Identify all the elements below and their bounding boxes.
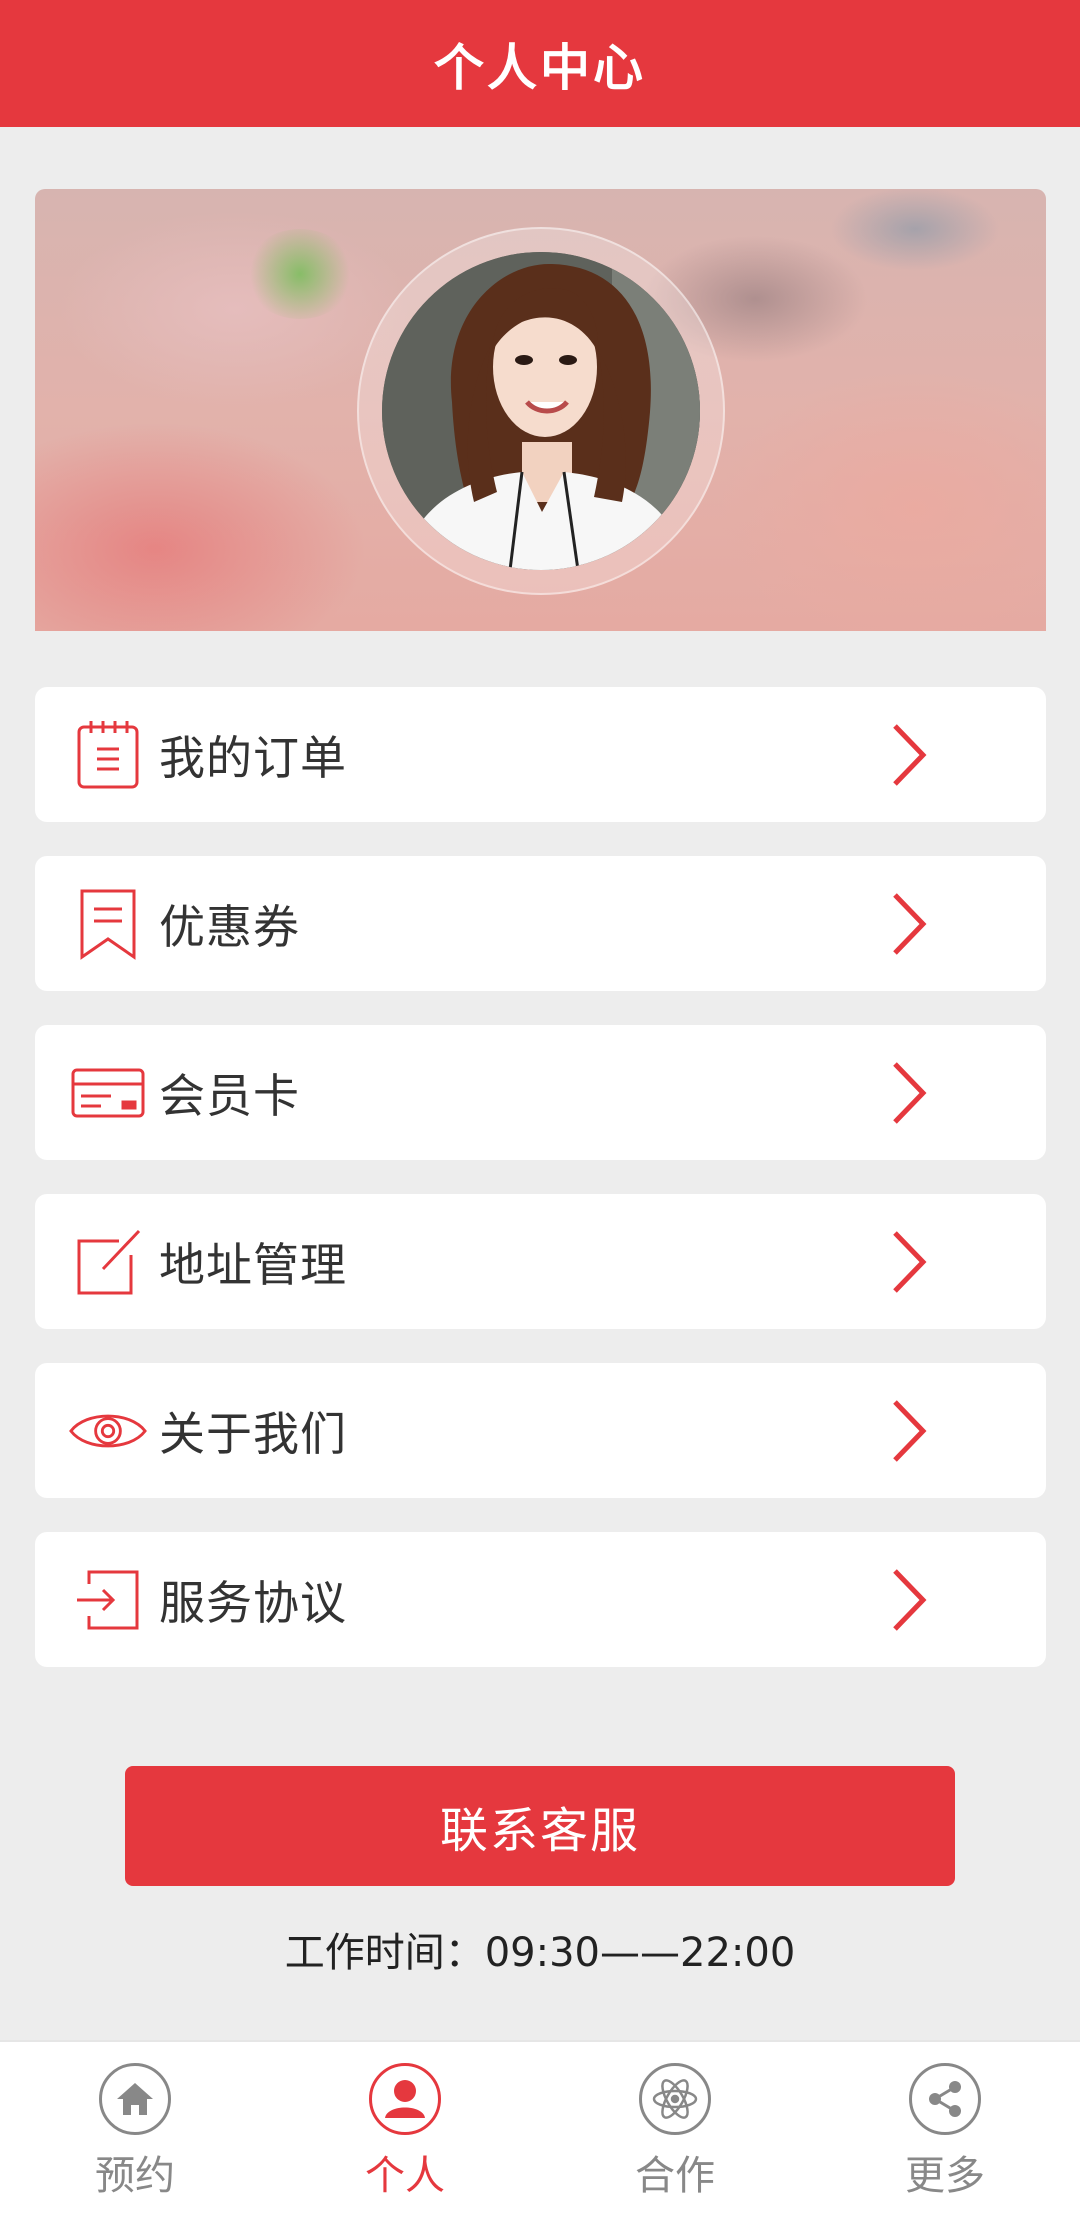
tab-label: 预约 xyxy=(95,2153,175,2199)
tab-label: 个人 xyxy=(365,2153,445,2199)
contact-service-button[interactable]: 联系客服 xyxy=(125,1766,955,1886)
edit-square-icon xyxy=(69,1223,147,1301)
menu-item-about[interactable]: 关于我们 xyxy=(35,1363,1046,1498)
contact-service-label: 联系客服 xyxy=(439,1803,640,1859)
menu-item-coupons[interactable]: 优惠券 xyxy=(35,856,1046,991)
work-time-text: 工作时间：09:30——22:00 xyxy=(284,1930,796,1976)
tab-label: 合作 xyxy=(635,2153,715,2199)
menu-item-label: 地址管理 xyxy=(159,1237,347,1292)
tab-label: 更多 xyxy=(905,2153,985,2199)
tab-personal[interactable]: 个人 xyxy=(270,2042,540,2215)
user-icon xyxy=(369,2063,441,2135)
menu-item-label: 会员卡 xyxy=(159,1068,300,1123)
menu-item-label: 服务协议 xyxy=(159,1575,347,1630)
coupon-bookmark-icon xyxy=(69,885,147,963)
eye-icon xyxy=(69,1392,147,1470)
chevron-right-icon xyxy=(893,1230,927,1293)
chevron-right-icon xyxy=(893,723,927,786)
chevron-right-icon xyxy=(893,1061,927,1124)
chevron-right-icon xyxy=(893,892,927,955)
menu-item-label: 优惠券 xyxy=(159,899,300,954)
tab-cooperation[interactable]: 合作 xyxy=(540,2042,810,2215)
order-clipboard-icon xyxy=(69,716,147,794)
menu-list: 我的订单 优惠券 会员卡 地址管理 关于我们 服务协议 xyxy=(35,687,1046,1701)
page-title: 个人中心 xyxy=(434,38,646,97)
menu-item-orders[interactable]: 我的订单 xyxy=(35,687,1046,822)
chevron-right-icon xyxy=(893,1399,927,1462)
menu-item-address[interactable]: 地址管理 xyxy=(35,1194,1046,1329)
member-card-icon xyxy=(69,1054,147,1132)
menu-item-service-agreement[interactable]: 服务协议 xyxy=(35,1532,1046,1667)
tab-more[interactable]: 更多 xyxy=(810,2042,1080,2215)
share-icon xyxy=(909,2063,981,2135)
bottom-tab-bar: 预约 个人 合作 更多 xyxy=(0,2040,1080,2215)
menu-item-label: 我的订单 xyxy=(159,730,347,785)
atom-icon xyxy=(639,2063,711,2135)
banner-background-blur xyxy=(245,229,355,319)
login-arrow-icon xyxy=(69,1561,147,1639)
menu-item-member-card[interactable]: 会员卡 xyxy=(35,1025,1046,1160)
avatar-ring[interactable] xyxy=(357,227,725,595)
tab-booking[interactable]: 预约 xyxy=(0,2042,270,2215)
menu-item-label: 关于我们 xyxy=(159,1406,347,1461)
home-icon xyxy=(99,2063,171,2135)
profile-banner xyxy=(35,189,1046,631)
top-bar: 个人中心 xyxy=(0,0,1080,127)
chevron-right-icon xyxy=(893,1568,927,1631)
avatar[interactable] xyxy=(382,252,700,570)
